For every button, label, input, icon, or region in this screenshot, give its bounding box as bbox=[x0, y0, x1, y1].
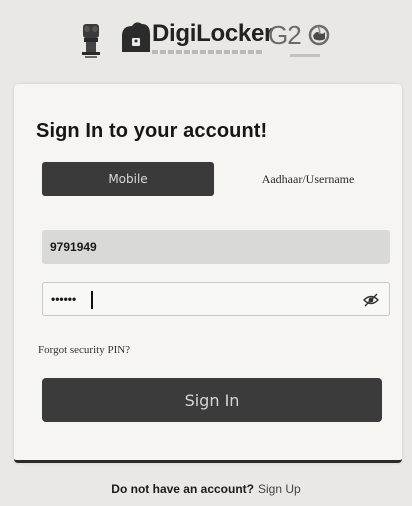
mobile-input[interactable] bbox=[42, 230, 342, 264]
sign-up-link[interactable]: Sign Up bbox=[258, 482, 301, 496]
g20-globe-icon bbox=[308, 24, 330, 46]
brand-name: DigiLocker bbox=[152, 20, 274, 47]
mobile-field bbox=[42, 230, 390, 264]
brand-tagline bbox=[152, 50, 262, 54]
g20-logo-text: G2 bbox=[268, 20, 302, 50]
eye-slash-icon[interactable] bbox=[363, 292, 379, 308]
national-emblem-icon bbox=[82, 24, 100, 58]
digilocker-logo-icon bbox=[122, 22, 150, 52]
pin-input[interactable] bbox=[43, 283, 343, 315]
page-title: Sign In to your account! bbox=[36, 120, 268, 142]
pin-field bbox=[42, 282, 390, 316]
signup-question: Do not have an account? bbox=[111, 482, 254, 496]
g20-subtext bbox=[290, 54, 320, 57]
sign-in-button[interactable]: Sign In bbox=[42, 378, 382, 422]
header: DigiLocker G2 bbox=[0, 0, 412, 76]
signup-prompt: Do not have an account? Sign Up bbox=[0, 482, 412, 496]
tab-mobile[interactable]: Mobile bbox=[42, 162, 214, 196]
login-card: Sign In to your account! Mobile Aadhaar/… bbox=[14, 84, 402, 463]
forgot-pin-link[interactable]: Forgot security PIN? bbox=[38, 344, 130, 356]
tab-aadhaar-username[interactable]: Aadhaar/Username bbox=[228, 162, 388, 196]
text-caret bbox=[91, 291, 93, 309]
